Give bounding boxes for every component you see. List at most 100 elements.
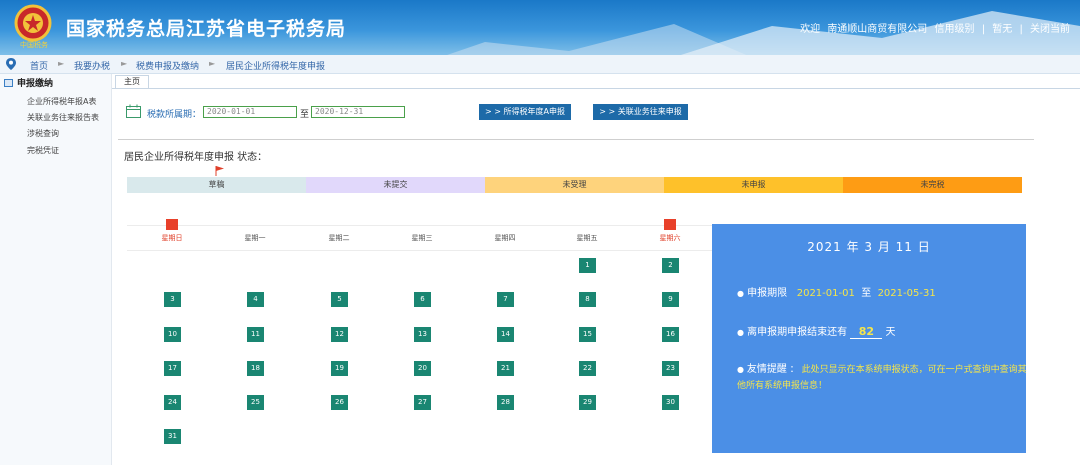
calendar-day[interactable]: 1 — [579, 258, 596, 273]
sidebar-heading-label: 申报缴纳 — [17, 79, 54, 89]
calendar-icon — [126, 104, 141, 118]
weekday-label: 星期二 — [328, 234, 350, 242]
emblem-caption: 中国税务 — [20, 41, 48, 49]
calendar-day[interactable]: 9 — [662, 292, 679, 307]
calendar-day[interactable]: 31 — [164, 429, 181, 444]
credit-level-value: 暂无 — [992, 24, 1013, 35]
legend-item: 未完税 — [843, 177, 1022, 193]
legend-item: 未提交 — [306, 177, 485, 193]
tab-underline — [112, 88, 1080, 89]
weekday-label: 星期五 — [576, 234, 598, 242]
calendar-day[interactable]: 8 — [579, 292, 596, 307]
bullet: ● — [737, 365, 744, 374]
calendar-day[interactable]: 26 — [331, 395, 348, 410]
calendar-day[interactable]: 20 — [414, 361, 431, 376]
breadcrumb-declaration[interactable]: 税费申报及缴纳 — [136, 59, 199, 72]
separator: | — [1019, 24, 1023, 35]
sidebar-item-related-report[interactable]: 关联业务往来报告表 — [27, 112, 99, 123]
section-divider — [118, 139, 1034, 140]
period-end-input[interactable]: 2020-12-31 — [311, 106, 405, 118]
calendar-day[interactable]: 18 — [247, 361, 264, 376]
separator: | — [981, 24, 986, 35]
remaining-days-value: 82 — [850, 325, 883, 339]
legend-item: 草稿 — [127, 177, 306, 193]
annual-a-declare-button[interactable]: > > 所得税年度A申报 — [479, 104, 571, 120]
calendar-line — [127, 225, 712, 226]
calendar-day[interactable]: 28 — [497, 395, 514, 410]
period-to: 至 — [861, 288, 872, 299]
calendar-day[interactable]: 14 — [497, 327, 514, 342]
calendar-day[interactable]: 2 — [662, 258, 679, 273]
weekend-marker-icon — [166, 219, 178, 230]
calendar-day[interactable]: 19 — [331, 361, 348, 376]
calendar-day[interactable]: 24 — [164, 395, 181, 410]
calendar-line — [127, 250, 712, 251]
bullet: ● — [737, 289, 744, 298]
credit-level-link[interactable]: 信用级别 — [935, 24, 975, 35]
collapse-icon — [4, 79, 13, 87]
calendar-day[interactable]: 15 — [579, 327, 596, 342]
breadcrumb: 首页 ► 我要办税 ► 税费申报及缴纳 ► 居民企业所得税年度申报 — [0, 55, 1080, 74]
status-title: 居民企业所得税年度申报 状态： — [124, 152, 268, 163]
remaining-days-row: ● 离申报期申报结束还有 82 天 — [737, 323, 896, 339]
calendar-day[interactable]: 5 — [331, 292, 348, 307]
period-to-label: 至 — [300, 110, 310, 120]
weekday-label: 星期四 — [494, 234, 516, 242]
tax-emblem-icon — [14, 4, 52, 42]
weekend-marker-icon — [664, 219, 676, 230]
declaration-period-row: ● 申报期限 2021-01-01 至 2021-05-31 — [737, 284, 936, 299]
sidebar-item-tax-certificate[interactable]: 完税凭证 — [27, 145, 59, 156]
calendar-day[interactable]: 12 — [331, 327, 348, 342]
reminder-label: 友情提醒 — [746, 364, 787, 375]
calendar-day[interactable]: 10 — [164, 327, 181, 342]
calendar-day[interactable]: 6 — [414, 292, 431, 307]
period-end-date: 2021-05-31 — [877, 288, 936, 299]
calendar-day[interactable]: 17 — [164, 361, 181, 376]
location-pin-icon — [6, 58, 16, 70]
breadcrumb-separator: ► — [209, 59, 216, 68]
declaration-period-label: 申报期限 — [747, 288, 788, 299]
bullet: ● — [737, 328, 744, 337]
reminder-colon: ： — [789, 365, 799, 375]
site-title: 国家税务总局江苏省电子税务局 — [66, 18, 347, 40]
tax-period-label: 税款所属期： — [147, 110, 202, 120]
legend-item: 未申报 — [664, 177, 843, 193]
calendar-day[interactable]: 30 — [662, 395, 679, 410]
close-current-link[interactable]: 关闭当前 — [1030, 24, 1070, 35]
period-start-date: 2021-01-01 — [796, 288, 855, 299]
sidebar-item-annual-a[interactable]: 企业所得税年报A表 — [27, 96, 96, 107]
period-start-input[interactable]: 2020-01-01 — [203, 106, 297, 118]
user-bar: 欢迎 南通顺山商贸有限公司 信用级别 | 暂无 | 关闭当前 — [798, 20, 1072, 35]
weekday-label: 星期一 — [244, 234, 266, 242]
legend-item: 未受理 — [485, 177, 664, 193]
breadcrumb-separator: ► — [58, 59, 65, 68]
breadcrumb-current: 居民企业所得税年度申报 — [226, 62, 326, 72]
breadcrumb-tax-affairs[interactable]: 我要办税 — [74, 59, 110, 72]
calendar-day[interactable]: 4 — [247, 292, 264, 307]
calendar-day[interactable]: 23 — [662, 361, 679, 376]
calendar-day[interactable]: 21 — [497, 361, 514, 376]
calendar-day[interactable]: 22 — [579, 361, 596, 376]
info-panel: 2021 年 3 月 11 日 ● 申报期限 2021-01-01 至 2021… — [712, 224, 1027, 453]
friendly-reminder: ● 友情提醒 ： 此处只显示在本系统申报状态，可在一户式查询中查询其他所有系统申… — [737, 362, 1033, 394]
calendar-day[interactable]: 11 — [247, 327, 264, 342]
weekday-label: 星期三 — [411, 234, 433, 242]
calendar-day[interactable]: 27 — [414, 395, 431, 410]
breadcrumb-home[interactable]: 首页 — [30, 59, 48, 72]
breadcrumb-separator: ► — [121, 59, 128, 68]
calendar-day[interactable]: 16 — [662, 327, 679, 342]
sidebar-heading[interactable]: 申报缴纳 — [4, 76, 53, 90]
calendar-day[interactable]: 3 — [164, 292, 181, 307]
sidebar-item-tax-query[interactable]: 涉税查询 — [27, 128, 59, 139]
related-business-declare-button[interactable]: > > 关联业务往来申报 — [593, 104, 688, 120]
calendar-day[interactable]: 7 — [497, 292, 514, 307]
tab-home[interactable]: 主页 — [115, 75, 149, 88]
site-header: 中国税务 国家税务总局江苏省电子税务局 欢迎 南通顺山商贸有限公司 信用级别 |… — [0, 0, 1080, 55]
remaining-unit: 天 — [885, 327, 896, 338]
remaining-label: 离申报期申报结束还有 — [747, 327, 848, 338]
flag-icon — [215, 166, 224, 176]
calendar-day[interactable]: 29 — [579, 395, 596, 410]
calendar-day[interactable]: 13 — [414, 327, 431, 342]
sidebar: 申报缴纳 企业所得税年报A表 关联业务往来报告表 涉税查询 完税凭证 — [0, 74, 112, 465]
calendar-day[interactable]: 25 — [247, 395, 264, 410]
